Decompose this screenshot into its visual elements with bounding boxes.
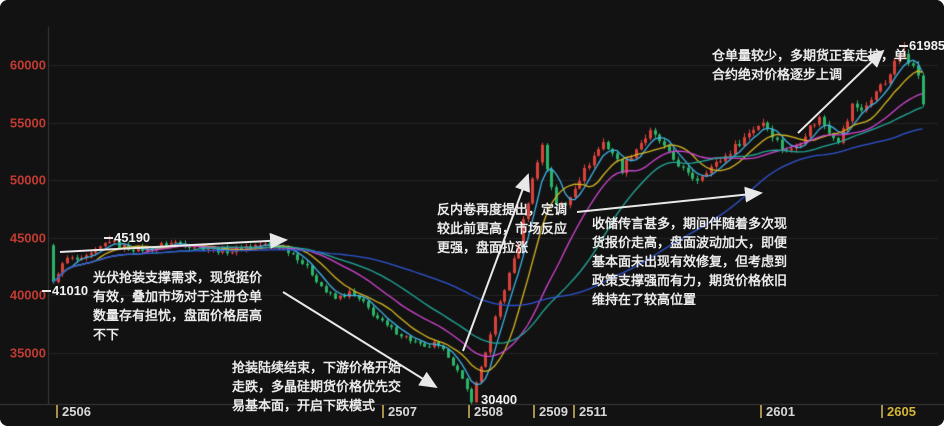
annotation-stockpiling: 收储传言甚多，期间伴随着多次现 货报价走高，盘面波动加大，即便 基本面未出现有效… <box>592 214 787 309</box>
tick-mark <box>468 405 470 418</box>
x-axis-tick-2511: 2511 <box>573 402 607 420</box>
annotation-warehouse-receipts: 仓单量较少，多期货正套走扩，单 合约绝对价格逐步上调 <box>712 46 907 84</box>
x-axis-tick-2605: 2605 <box>881 402 916 420</box>
tick-mark <box>881 405 883 418</box>
y-axis-label: 60000 <box>10 58 46 73</box>
tick-dash <box>42 290 51 292</box>
price-label-low-41010: 41010 <box>42 283 88 298</box>
y-axis-label: 40000 <box>10 288 46 303</box>
price-label-high-61985: 61985 <box>899 38 944 53</box>
annotation-downtrend: 抢装陆续结束，下游价格开始 走跌，多晶硅期货价格优先交 易基本面，开启下跌模式 <box>232 358 401 415</box>
y-axis-label: 50000 <box>10 173 46 188</box>
x-axis: 2506250725082509251126012605 <box>0 402 944 424</box>
chart-window: 日线 多晶硅主连 MA MA5:58748.00↓MA10:59232.50↓M… <box>0 0 944 426</box>
x-axis-tick-2506: 2506 <box>56 402 91 420</box>
x-axis-tick-2601: 2601 <box>760 402 795 420</box>
tick-mark <box>533 405 535 418</box>
y-axis-label: 45000 <box>10 230 46 245</box>
tick-mark <box>760 405 762 418</box>
annotation-anti-involution: 反内卷再度提出，定调 较此前更高，市场反应 更强，盘面拉涨 <box>437 200 567 257</box>
tick-mark <box>56 405 58 418</box>
annotation-pv-demand: 光伏抢装支撑需求，现货挺价 有效，叠加市场对于注册仓单 数量存有担忧，盘面价格居… <box>93 268 262 344</box>
y-axis-label: 55000 <box>10 115 46 130</box>
price-label-low-30400: 30400 <box>481 392 517 407</box>
x-axis-tick-2509: 2509 <box>533 402 568 420</box>
tick-dash <box>104 237 113 239</box>
tick-dash <box>899 45 908 47</box>
tick-mark <box>573 405 575 418</box>
price-label-high-45190: 45190 <box>104 230 150 245</box>
y-axis-label: 35000 <box>10 346 46 361</box>
